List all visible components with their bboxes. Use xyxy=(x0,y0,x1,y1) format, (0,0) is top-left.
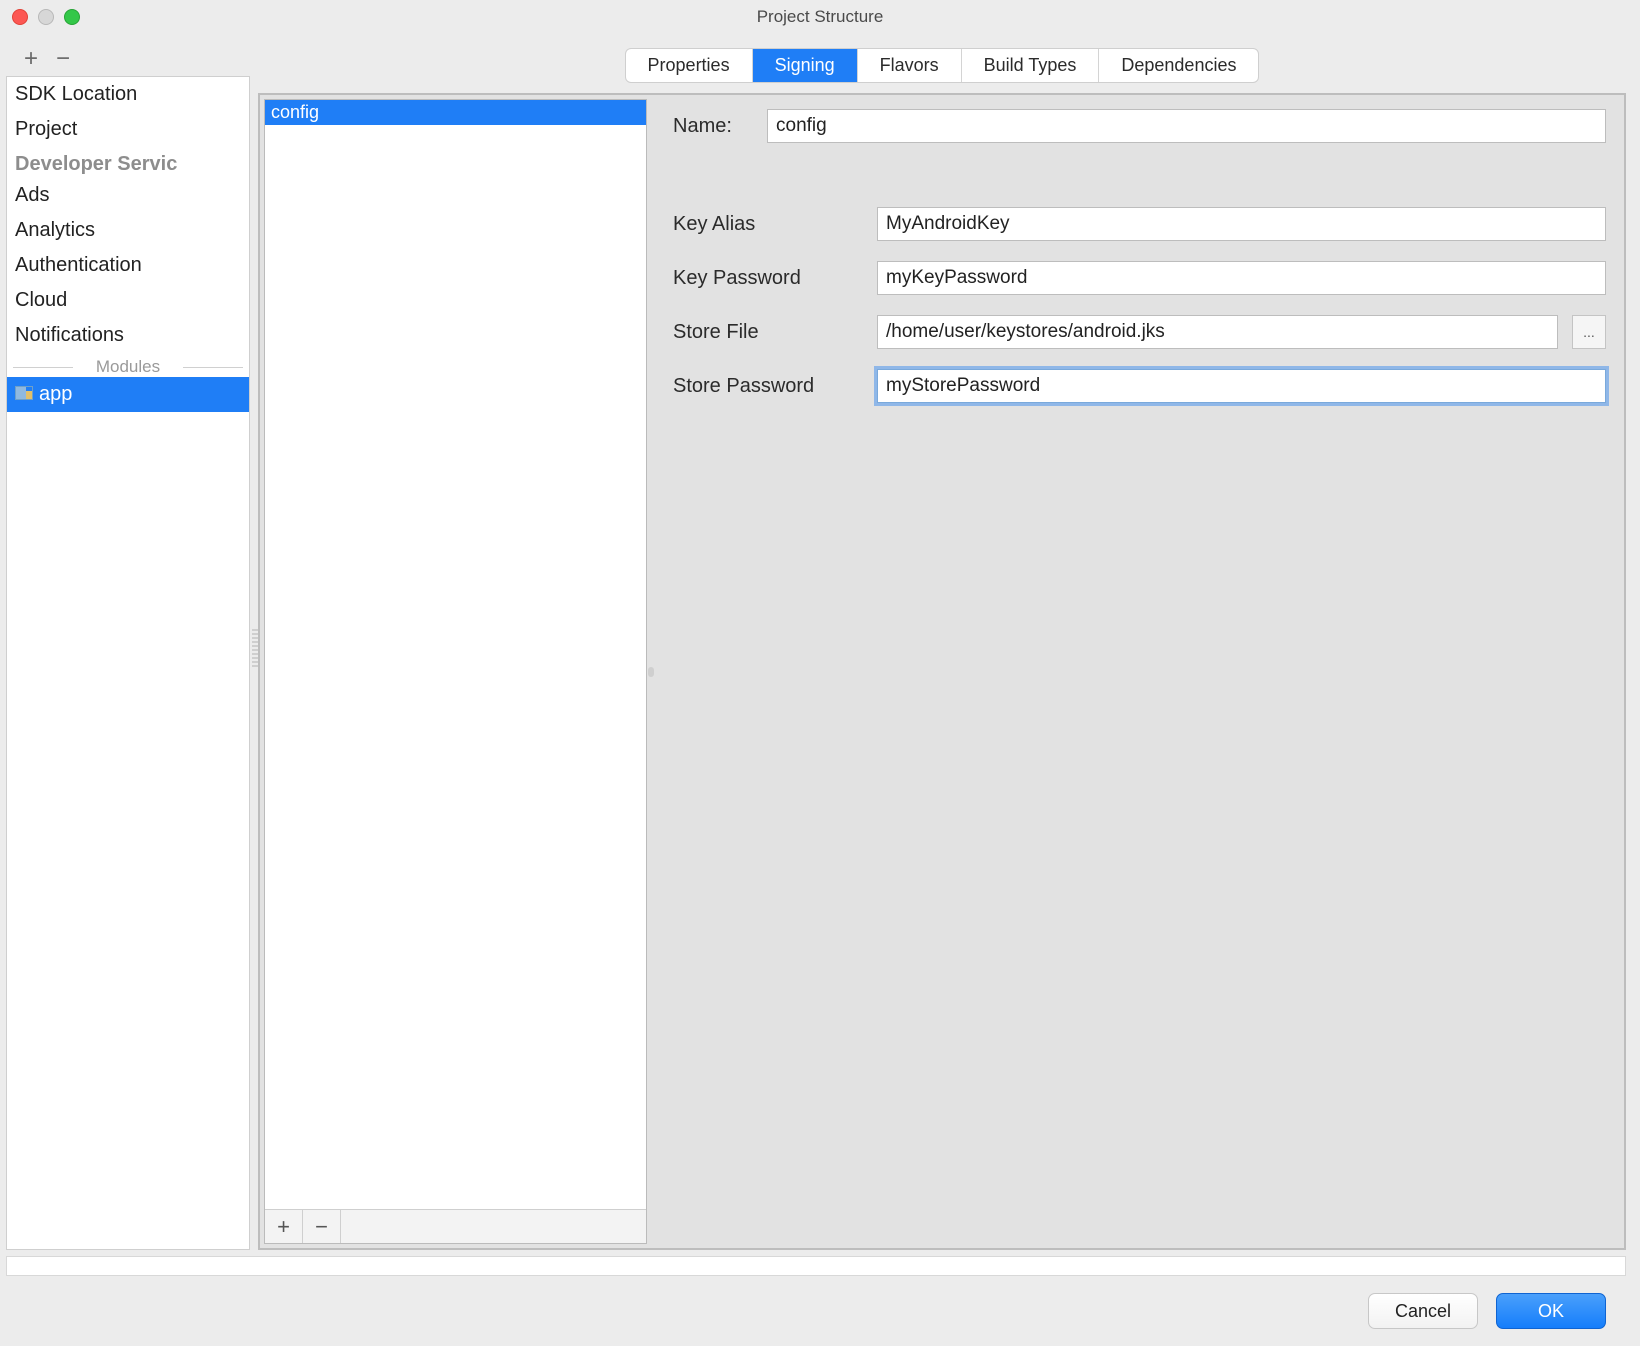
sidebar-header-developer-services: Developer Servic xyxy=(7,147,249,178)
config-list-toolbar: + − xyxy=(265,1209,646,1243)
row-key-password: Key Password xyxy=(673,261,1606,295)
main-panel: Properties Signing Flavors Build Types D… xyxy=(258,48,1626,1250)
sidebar: + − SDK Location Project Developer Servi… xyxy=(6,48,250,1250)
sidebar-header-modules: Modules xyxy=(7,357,249,377)
add-module-icon[interactable]: + xyxy=(24,47,38,71)
tabset: Properties Signing Flavors Build Types D… xyxy=(625,48,1260,83)
remove-config-button[interactable]: − xyxy=(303,1210,341,1243)
row-name: Name: xyxy=(673,109,1606,143)
tab-build-types[interactable]: Build Types xyxy=(962,49,1100,82)
tab-flavors[interactable]: Flavors xyxy=(858,49,962,82)
tabs: Properties Signing Flavors Build Types D… xyxy=(258,48,1626,83)
dialog-footer: Cancel OK xyxy=(0,1276,1640,1346)
remove-module-icon[interactable]: − xyxy=(56,47,70,71)
window-title: Project Structure xyxy=(0,7,1640,27)
project-structure-window: Project Structure + − SDK Location Proje… xyxy=(0,0,1640,1346)
sidebar-item-ads[interactable]: Ads xyxy=(7,178,249,213)
label-store-file: Store File xyxy=(673,321,863,344)
sidebar-item-analytics[interactable]: Analytics xyxy=(7,213,249,248)
sidebar-item-project[interactable]: Project xyxy=(7,112,249,147)
store-password-field[interactable] xyxy=(877,369,1606,403)
sidebar-item-authentication[interactable]: Authentication xyxy=(7,248,249,283)
sidebar-item-cloud[interactable]: Cloud xyxy=(7,283,249,318)
row-key-alias: Key Alias xyxy=(673,207,1606,241)
sidebar-list: SDK Location Project Developer Servic Ad… xyxy=(6,76,250,1250)
tab-dependencies[interactable]: Dependencies xyxy=(1099,49,1258,82)
add-config-button[interactable]: + xyxy=(265,1210,303,1243)
content-area: + − SDK Location Project Developer Servi… xyxy=(0,34,1640,1250)
panel-splitter[interactable] xyxy=(647,95,655,1248)
label-store-password: Store Password xyxy=(673,375,863,398)
name-field[interactable] xyxy=(767,109,1606,143)
tab-signing[interactable]: Signing xyxy=(753,49,858,82)
tab-properties[interactable]: Properties xyxy=(626,49,753,82)
row-store-password: Store Password xyxy=(673,369,1606,403)
sidebar-item-notifications[interactable]: Notifications xyxy=(7,318,249,353)
signing-panel: config + − Name: Key Alias xyxy=(258,93,1626,1250)
status-bar xyxy=(6,1256,1626,1276)
label-key-password: Key Password xyxy=(673,267,863,290)
row-store-file: Store File ... xyxy=(673,315,1606,349)
ok-button[interactable]: OK xyxy=(1496,1293,1606,1329)
config-list: config + − xyxy=(264,99,647,1244)
sidebar-toolbar: + − xyxy=(6,48,250,76)
browse-store-file-button[interactable]: ... xyxy=(1572,315,1606,349)
module-icon xyxy=(15,386,33,400)
sidebar-item-label: app xyxy=(39,383,72,405)
titlebar: Project Structure xyxy=(0,0,1640,34)
label-key-alias: Key Alias xyxy=(673,213,863,236)
key-password-field[interactable] xyxy=(877,261,1606,295)
sidebar-item-app[interactable]: app xyxy=(7,377,249,412)
splitter-grip-icon[interactable] xyxy=(252,629,258,669)
cancel-button[interactable]: Cancel xyxy=(1368,1293,1478,1329)
signing-form: Name: Key Alias Key Password Store File xyxy=(655,95,1624,1248)
store-file-field[interactable] xyxy=(877,315,1558,349)
key-alias-field[interactable] xyxy=(877,207,1606,241)
sidebar-item-sdk-location[interactable]: SDK Location xyxy=(7,77,249,112)
config-item[interactable]: config xyxy=(265,100,646,125)
label-name: Name: xyxy=(673,115,753,138)
